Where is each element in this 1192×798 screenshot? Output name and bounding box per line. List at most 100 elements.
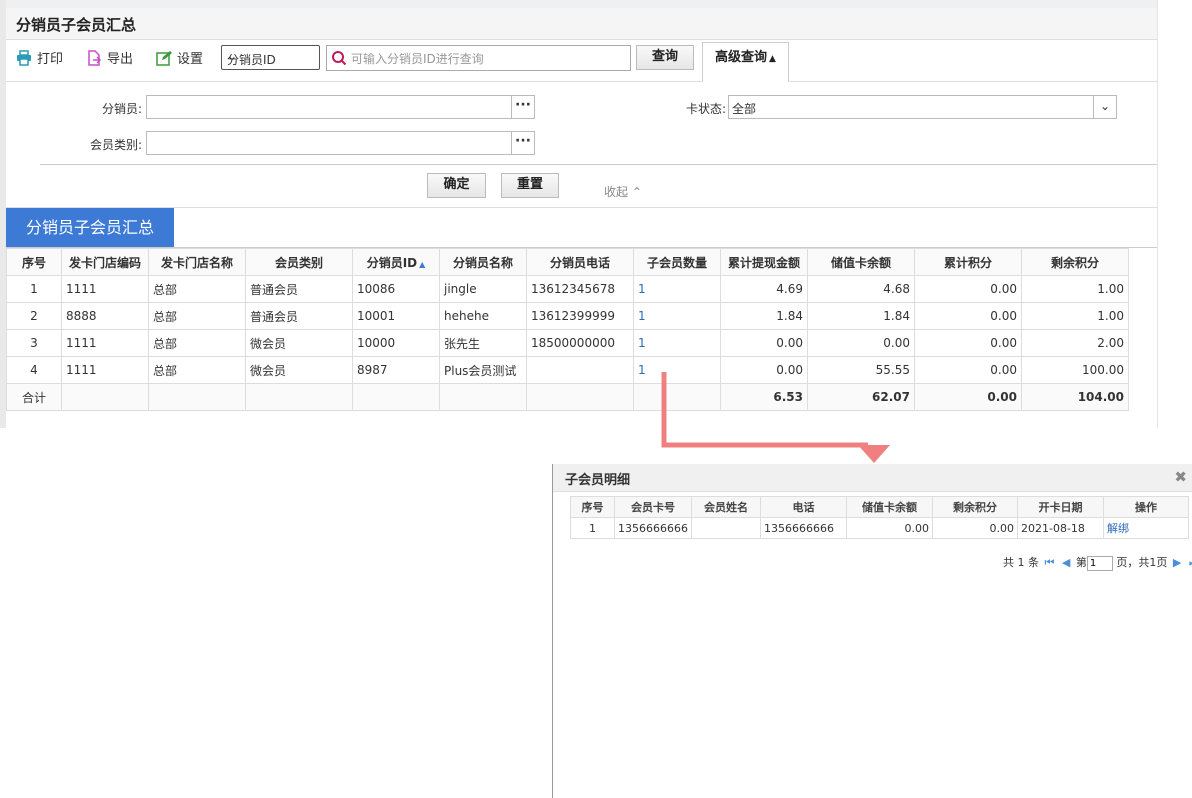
collapse-link[interactable]: 收起 ⌃ [604,183,642,200]
reset-button[interactable]: 重置 [501,173,559,198]
member-type-input[interactable] [146,131,512,155]
title-bar: 分销员子会员汇总 [6,8,1157,40]
cell-dist-id: 8987 [352,356,440,384]
cell-dist-id: 10086 [352,275,440,303]
cell-withdraw: 0.00 [720,329,808,357]
section-tab[interactable]: 分销员子会员汇总 [6,208,174,247]
column-header[interactable]: 序号 [570,496,615,518]
column-header[interactable]: 子会员数量 [633,248,721,276]
column-header[interactable]: 剩余积分 [932,496,1018,518]
table-row[interactable]: 2 8888 总部 普通会员 10001 hehehe 13612399999 … [6,302,1129,330]
card-status-select[interactable]: 全部 ⌄ [728,95,1117,119]
column-header[interactable]: 会员类别 [245,248,353,276]
column-header[interactable]: 电话 [760,496,847,518]
advanced-query-label: 高级查询 [715,50,768,65]
column-header[interactable]: 发卡门店编码 [61,248,149,276]
cell-phone: 18500000000 [526,329,634,357]
cell-dist-id: 10001 [352,302,440,330]
member-type-picker-button[interactable]: ··· [511,131,535,155]
cell-member-type: 微会员 [245,356,353,384]
sub-count-link[interactable]: 1 [633,275,721,303]
member-type-label: 会员类别: [89,138,142,152]
column-header[interactable]: 储值卡余额 [846,496,933,518]
distributor-input[interactable] [146,95,512,119]
cell-store-name: 总部 [148,275,246,303]
column-header[interactable]: 累计提现金额 [720,248,808,276]
query-button[interactable]: 查询 [636,45,694,70]
cell-dist-id: 10000 [352,329,440,357]
column-header[interactable]: 会员卡号 [614,496,692,518]
table-header-row: 序号 会员卡号 会员姓名 电话 储值卡余额 剩余积分 开卡日期 操作 [570,496,1189,518]
sub-count-link[interactable]: 1 [633,356,721,384]
page-number-input[interactable] [1086,555,1113,571]
advanced-query-tab[interactable]: 高级查询 ▲ [702,42,789,82]
distributor-picker-button[interactable]: ··· [511,95,535,119]
sub-count-link[interactable]: 1 [633,302,721,330]
column-header[interactable]: 会员姓名 [691,496,761,518]
column-header-sorted[interactable]: 分销员ID ▲ [352,248,440,276]
cell-balance: 55.55 [807,356,915,384]
print-button[interactable]: 打印 [16,49,63,70]
cell-balance: 1.84 [807,302,915,330]
unbind-link[interactable]: 解绑 [1103,517,1189,539]
column-header[interactable]: 储值卡余额 [807,248,915,276]
export-label: 导出 [107,52,134,67]
cell-store-code: 1111 [61,329,149,357]
sub-count-link[interactable]: 1 [633,329,721,357]
empty-cell [439,383,527,411]
column-header[interactable]: 累计积分 [914,248,1022,276]
prev-page-icon[interactable]: ◀ [1062,556,1070,569]
top-strip [0,0,1157,8]
empty-cell [148,383,246,411]
sub-member-table: 序号 会员卡号 会员姓名 电话 储值卡余额 剩余积分 开卡日期 操作 1 135… [570,496,1189,539]
column-header-label: 分销员ID [366,255,418,270]
column-header[interactable]: 开卡日期 [1017,496,1104,518]
distributor-label: 分销员: [101,102,142,116]
search-icon [332,51,347,66]
export-button[interactable]: 导出 [86,49,134,70]
empty-cell [526,383,634,411]
close-icon[interactable]: ✖ [1174,468,1187,486]
table-row[interactable]: 1 1111 总部 普通会员 10086 jingle 13612345678 … [6,275,1129,303]
cell-no: 2 [6,302,62,330]
empty-cell [633,383,721,411]
cell-no: 3 [6,329,62,357]
table-row[interactable]: 1 1356666666 1356666666 0.00 0.00 2021-0… [570,517,1189,539]
column-header[interactable]: 分销员电话 [526,248,634,276]
cell-dist-name: 张先生 [439,329,527,357]
export-icon [88,49,102,66]
cell-points: 0.00 [914,302,1022,330]
cell-balance: 0.00 [846,517,933,539]
table-header-row: 序号 发卡门店编码 发卡门店名称 会员类别 分销员ID ▲ 分销员名称 分销员电话… [6,248,1129,276]
pagination: 共 1 条 ⏮ ◀ 第 页，共1页 ▶ ⏭ [1003,554,1192,571]
cell-dist-name: hehehe [439,302,527,330]
empty-cell [245,383,353,411]
table-row[interactable]: 3 1111 总部 微会员 10000 张先生 18500000000 1 0.… [6,329,1129,357]
column-header[interactable]: 剩余积分 [1021,248,1129,276]
cell-store-name: 总部 [148,329,246,357]
cell-remain: 100.00 [1021,356,1129,384]
column-header[interactable]: 发卡门店名称 [148,248,246,276]
total-remain: 104.00 [1021,383,1129,411]
next-page-icon[interactable]: ▶ [1173,556,1181,569]
settings-button[interactable]: 设置 [156,50,203,70]
total-points: 0.00 [914,383,1022,411]
table-row[interactable]: 4 1111 总部 微会员 8987 Plus会员测试 1 0.00 55.55… [6,356,1129,384]
total-count: 共 1 条 [1003,556,1039,569]
column-header[interactable]: 操作 [1103,496,1189,518]
first-page-icon[interactable]: ⏮ [1045,556,1055,569]
card-status-value: 全部 [732,102,757,116]
collapse-label: 收起 [604,185,629,199]
settings-label: 设置 [177,52,204,67]
confirm-button[interactable]: 确定 [427,173,486,198]
cell-withdraw: 0.00 [720,356,808,384]
cell-member-type: 普通会员 [245,275,353,303]
search-input[interactable] [349,48,629,69]
column-header[interactable]: 分销员名称 [439,248,527,276]
field-select[interactable]: 分销员ID ⌄ [221,45,320,70]
column-header[interactable]: 序号 [6,248,62,276]
cell-phone: 13612399999 [526,302,634,330]
toolbar: 打印 导出 设置 分销员ID ⌄ 查询 高级查询▲ [6,40,1157,82]
cell-remain: 1.00 [1021,302,1129,330]
cell-open-date: 2021-08-18 [1017,517,1104,539]
